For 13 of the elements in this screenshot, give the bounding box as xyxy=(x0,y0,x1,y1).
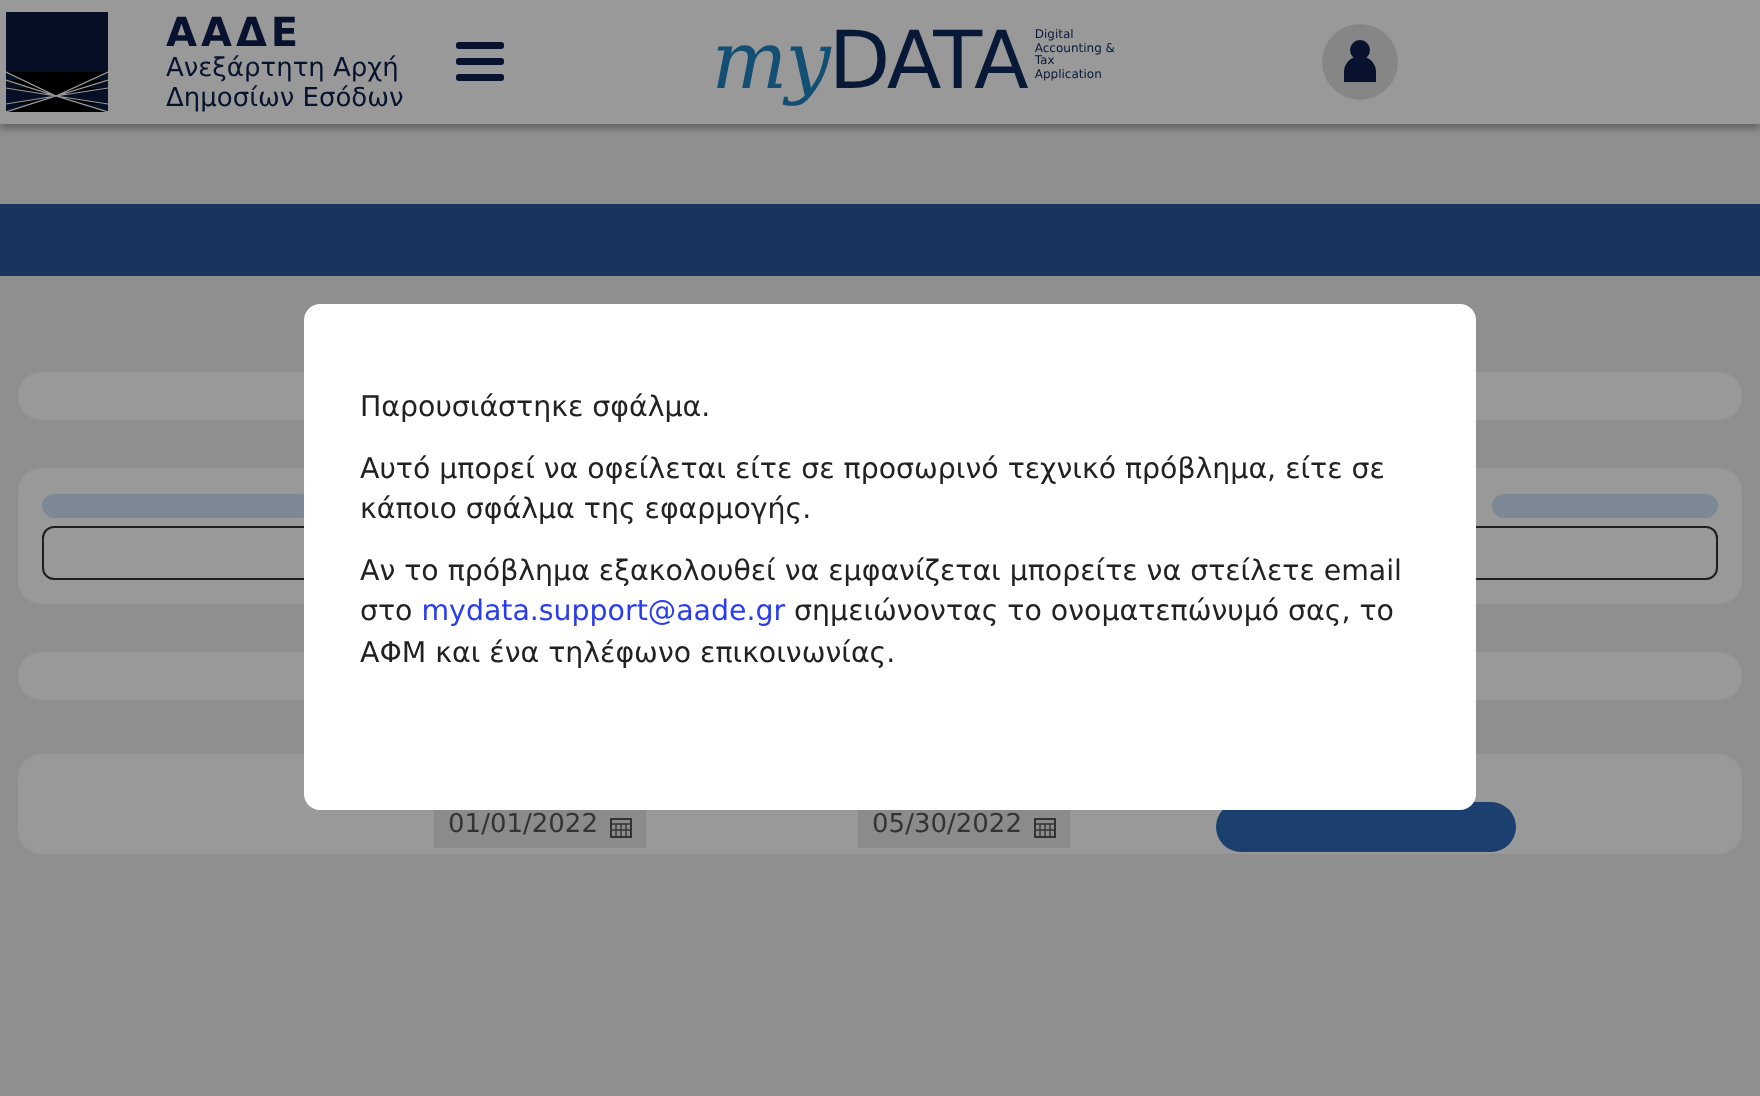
menu-icon[interactable] xyxy=(455,42,504,82)
app-logo-text: myDATA xyxy=(711,22,1027,102)
organization-name: Ανεξάρτητη Αρχή xyxy=(166,55,401,85)
calendar-icon xyxy=(609,815,632,837)
calendar-icon xyxy=(1033,815,1056,837)
dialog-message: Παρουσιάστηκε σφάλμα. xyxy=(360,390,713,428)
email-link[interactable]: mydata.support@aade.gr xyxy=(421,596,786,629)
user-avatar-icon[interactable] xyxy=(1322,24,1399,100)
dialog-message: Αν το πρόβλημα εξακολουθεί να εμφανίζεται μπορείτε να στείλετε email στο mydata.support@aade.gr σημειώνοντας το ονοματεπώνυμό σας, το ΑΦΜ και ένα τηλέφωνο επικοινωνίας. xyxy=(360,553,1405,674)
dialog-message: Αυτό μπορεί να οφείλεται είτε σε προσωρινό τεχνικό πρόβλημα, είτε σε κάποιο σφάλμα της εφαρμογής. xyxy=(360,451,1387,531)
organization-name: Δημοσίων Εσόδων xyxy=(166,85,404,115)
logo-text: ΑΑΔΕ xyxy=(166,9,303,56)
logo-icon xyxy=(6,12,108,112)
